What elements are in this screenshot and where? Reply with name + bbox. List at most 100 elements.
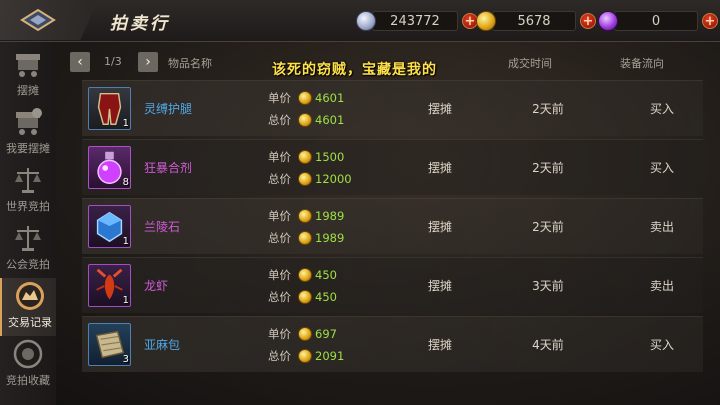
total-price: 总价 450 [268, 288, 337, 306]
back-arrow-icon [20, 8, 56, 32]
gold-coin-icon [298, 113, 312, 127]
equipment-flow: 买入 [649, 161, 674, 175]
table-row[interactable]: 1 兰陵石 单价 1989 总价 1989 摆摊 2天前 卖出 [82, 198, 703, 254]
unit-price-value: 1500 [315, 150, 345, 164]
total-price-label: 总价 [268, 231, 291, 245]
linen-bag-icon: 3 [88, 323, 131, 366]
add-gold-button[interactable]: + [580, 13, 596, 29]
sidebar-label: 我要摆摊 [6, 142, 50, 155]
sidebar-label: 世界竞拍 [6, 200, 50, 213]
column-item-name: 物品名称 [168, 57, 212, 70]
item-quantity: 1 [122, 236, 129, 247]
my-stall-icon [16, 108, 42, 135]
unit-price: 单价 1989 [268, 207, 344, 225]
gold-coin-icon [298, 327, 312, 341]
silver-currency: 243772 + [356, 10, 478, 32]
sidebar-item-guild-auction[interactable]: 公会竞拍 [0, 220, 56, 278]
potion-icon: 8 [88, 146, 131, 189]
auction-favorite-icon [13, 339, 43, 369]
quote-banner: 该死的窃贼，宝藏是我的 [272, 62, 437, 78]
sidebar-label: 公会竞拍 [6, 258, 50, 271]
gold-currency: 5678 + [476, 10, 596, 32]
sidebar-label: 竞拍收藏 [6, 374, 50, 387]
gold-amount: 5678 [492, 11, 576, 31]
trade-time: 3天前 [532, 279, 564, 293]
add-gem-button[interactable]: + [702, 13, 718, 29]
item-name: 狂暴合剂 [144, 161, 193, 175]
gem-currency: 0 + [598, 10, 718, 32]
purple-gem-icon [598, 11, 618, 31]
leg-armor-icon: 1 [88, 87, 131, 130]
item-name: 兰陵石 [144, 220, 181, 234]
gold-coin-icon [298, 268, 312, 282]
total-price-value: 4601 [315, 113, 345, 127]
page-indicator: 1/3 [104, 55, 122, 68]
total-price-value: 2091 [315, 349, 345, 363]
sidebar-item-stall[interactable]: 摆摊 [0, 46, 56, 104]
trade-type: 摆摊 [427, 220, 452, 234]
unit-price-value: 450 [315, 268, 337, 282]
top-bar: 拍卖行 243772 + 5678 + 0 + [0, 0, 720, 42]
sidebar-item-trade-record[interactable]: 交易记录 [0, 278, 56, 336]
total-price-value: 1989 [315, 231, 345, 245]
unit-price-label: 单价 [268, 91, 291, 105]
column-equipment-flow: 装备流向 [620, 57, 664, 70]
sidebar: 摆摊 我要摆摊 世界竞拍 公会竞拍 交易记录 竞拍收藏 [0, 42, 56, 405]
silver-coin-icon [356, 11, 376, 31]
trade-type: 摆摊 [427, 338, 452, 352]
trade-time: 2天前 [532, 102, 564, 116]
item-quantity: 3 [122, 354, 129, 365]
trade-type: 摆摊 [427, 161, 452, 175]
unit-price-label: 单价 [268, 150, 291, 164]
blue-gem-icon: 1 [88, 205, 131, 248]
item-quantity: 8 [122, 177, 129, 188]
table-row[interactable]: 1 灵缚护腿 单价 4601 总价 4601 摆摊 2天前 买入 [82, 80, 703, 136]
table-row[interactable]: 1 龙虾 单价 450 总价 450 摆摊 3天前 卖出 [82, 257, 703, 313]
gold-coin-icon [298, 290, 312, 304]
gold-coin-icon [476, 11, 496, 31]
equipment-flow: 卖出 [649, 220, 674, 234]
unit-price-label: 单价 [268, 209, 291, 223]
unit-price: 单价 697 [268, 325, 337, 343]
total-price-label: 总价 [268, 113, 291, 127]
total-price-label: 总价 [268, 172, 291, 186]
item-name: 灵缚护腿 [144, 102, 193, 116]
table-row[interactable]: 3 亚麻包 单价 697 总价 2091 摆摊 4天前 买入 [82, 316, 703, 372]
item-name: 亚麻包 [144, 338, 181, 352]
next-page-button[interactable]: › [138, 52, 158, 72]
total-price-label: 总价 [268, 290, 291, 304]
equipment-flow: 买入 [649, 338, 674, 352]
unit-price: 单价 4601 [268, 89, 344, 107]
unit-price-value: 697 [315, 327, 337, 341]
unit-price-label: 单价 [268, 327, 291, 341]
unit-price-value: 4601 [315, 91, 345, 105]
sidebar-item-world-auction[interactable]: 世界竞拍 [0, 162, 56, 220]
trade-record-panel: ‹ 1/3 › 物品名称 成交时间 装备流向 该死的窃贼，宝藏是我的 1 灵缚护… [62, 46, 716, 402]
equipment-flow: 买入 [649, 102, 674, 116]
total-price: 总价 4601 [268, 111, 344, 129]
total-price-value: 12000 [315, 172, 352, 186]
gold-coin-icon [298, 91, 312, 105]
table-header: ‹ 1/3 › 物品名称 成交时间 装备流向 该死的窃贼，宝藏是我的 [62, 46, 716, 78]
sidebar-item-auction-favorite[interactable]: 竞拍收藏 [0, 336, 56, 394]
page-title: 拍卖行 [110, 14, 170, 34]
stall-cart-icon [16, 54, 40, 77]
column-trade-time: 成交时间 [508, 57, 552, 70]
gold-coin-icon [298, 150, 312, 164]
gold-coin-icon [298, 231, 312, 245]
unit-price-label: 单价 [268, 268, 291, 282]
item-quantity: 1 [122, 295, 129, 306]
table-row[interactable]: 8 狂暴合剂 单价 1500 总价 12000 摆摊 2天前 买入 [82, 139, 703, 195]
trade-time: 2天前 [532, 220, 564, 234]
back-button[interactable] [0, 0, 98, 40]
item-quantity: 1 [122, 118, 129, 129]
unit-price: 单价 450 [268, 266, 337, 284]
trade-time: 4天前 [532, 338, 564, 352]
gem-amount: 0 [614, 11, 698, 31]
total-price: 总价 1989 [268, 229, 344, 247]
lobster-icon: 1 [88, 264, 131, 307]
sidebar-item-my-stall[interactable]: 我要摆摊 [0, 104, 56, 162]
silver-amount: 243772 [372, 11, 458, 31]
total-price: 总价 12000 [268, 170, 352, 188]
prev-page-button[interactable]: ‹ [70, 52, 90, 72]
